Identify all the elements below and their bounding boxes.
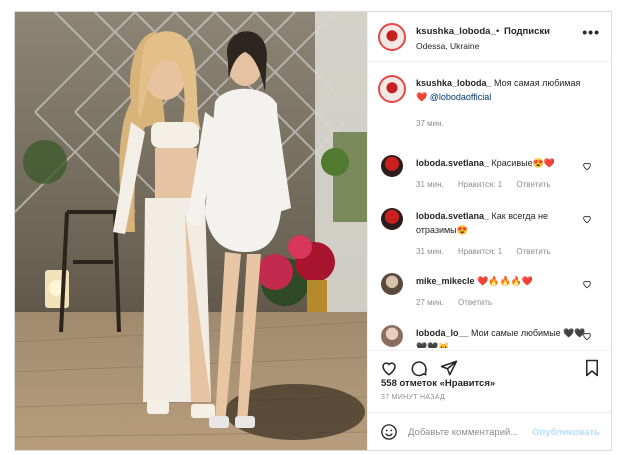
like-comment-heart-icon[interactable] [582,331,592,341]
post-actions [368,350,612,377]
comment-username[interactable]: loboda_lo__ [416,328,469,338]
post-timestamp: 37 МИНУТ НАЗАД [381,394,446,401]
comment-emoji: 😍❤️ [532,158,556,168]
share-icon[interactable] [440,359,458,377]
comment-time: 27 мин. [416,298,444,307]
comment-likes[interactable]: Нравится: 1 [458,180,502,189]
caption-username[interactable]: ksushka_loboda_ [416,78,492,88]
likes-count[interactable]: 558 отметок «Нравится» [381,378,495,389]
caption-body: Моя самая любимая [494,78,581,88]
bookmark-icon[interactable] [584,359,600,377]
author-avatar[interactable] [378,23,406,51]
comment-body: Мои самые любимые [471,328,561,338]
comment-meta: 31 мин. Нравится: 1 Ответить [416,247,563,256]
comment-username[interactable]: loboda.svetlana_ [416,211,489,221]
comment-time: 31 мин. [416,247,444,256]
comments-list[interactable]: ksushka_loboda_ Моя самая любимая ❤️ @lo… [368,63,612,348]
add-comment-bar: Опубликовать [368,412,612,450]
caption-avatar[interactable] [378,75,406,103]
comment-emoji: ❤️🔥🔥🔥❤️ [477,276,534,286]
comment-emoji: 😍 [456,225,468,235]
author-username[interactable]: ksushka_loboda_ [416,26,496,37]
instagram-post: ksushka_loboda_ • Подписки Odessa, Ukrai… [14,11,612,451]
comment-body: Красивые [491,158,533,168]
smile-icon[interactable] [380,423,398,441]
heart-icon[interactable] [380,359,398,377]
comment-time: 31 мин. [416,180,444,189]
post-location[interactable]: Odessa, Ukraine [416,41,479,51]
post-side-panel: ksushka_loboda_ • Подписки Odessa, Ukrai… [367,12,612,450]
post-photo[interactable] [15,12,367,450]
reply-button[interactable]: Ответить [458,298,492,307]
like-comment-heart-icon[interactable] [582,161,592,171]
post-photo-image [15,12,367,450]
like-comment-heart-icon[interactable] [582,279,592,289]
publish-button[interactable]: Опубликовать [532,427,600,438]
caption-time: 37 мин. [416,119,444,128]
more-icon[interactable]: ••• [582,24,600,40]
reply-button[interactable]: Ответить [516,247,550,256]
comment-text: loboda_lo__ Мои самые любимые 🖤🖤🖤🖤🐱 [416,326,586,348]
header-separator: • [496,26,500,37]
reply-button[interactable]: Ответить [516,180,550,189]
commenter-avatar[interactable] [381,208,403,230]
caption-mention[interactable]: @lobodaofficial [430,92,492,102]
commenter-avatar[interactable] [381,273,403,295]
comment-meta: 31 мин. Нравится: 1 Ответить [416,180,563,189]
like-comment-heart-icon[interactable] [582,214,592,224]
comment-text: mike_mikecle ❤️🔥🔥🔥❤️ [416,274,586,288]
comment-username[interactable]: loboda.svetlana_ [416,158,489,168]
caption-emoji: ❤️ [416,92,428,102]
comment-text: loboda.svetlana_ Красивые😍❤️ [416,156,586,170]
comment-input[interactable] [408,423,548,441]
commenter-avatar[interactable] [381,155,403,177]
comment-text: loboda.svetlana_ Как всегда не отразимы😍 [416,209,586,237]
comment-meta: 27 мин. Ответить [416,298,504,307]
comment-username[interactable]: mike_mikecle [416,276,475,286]
post-header: ksushka_loboda_ • Подписки Odessa, Ukrai… [368,12,612,62]
caption-text: ksushka_loboda_ Моя самая любимая ❤️ @lo… [416,76,586,104]
comment-likes[interactable]: Нравится: 1 [458,247,502,256]
comment-icon[interactable] [410,359,428,377]
commenter-avatar[interactable] [381,325,403,347]
following-button[interactable]: Подписки [504,26,550,37]
